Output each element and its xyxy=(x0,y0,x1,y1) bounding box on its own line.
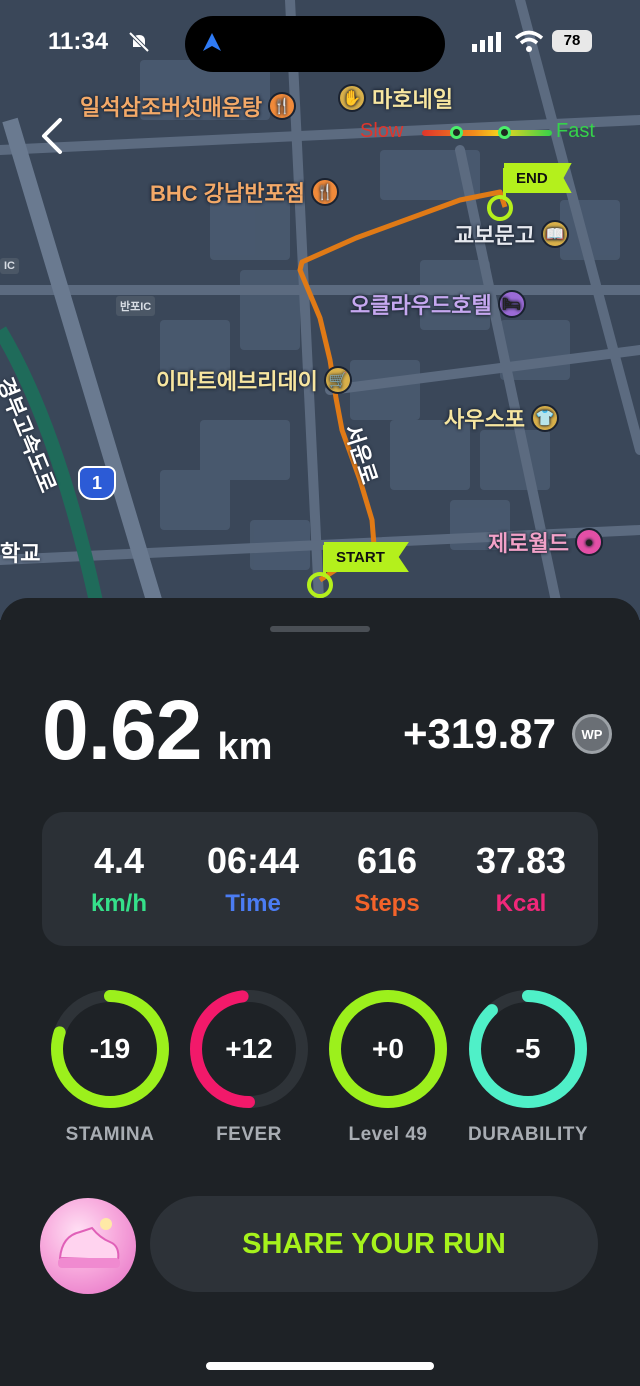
stat-label: Kcal xyxy=(495,890,547,917)
stat-label: Time xyxy=(225,890,281,917)
route-map[interactable]: START END 일석삼조버섯매운탕 🍴 ✋ 마호네일 BHC 강남반포점 🍴… xyxy=(0,0,640,620)
poi-label: 교보문고 xyxy=(454,223,535,248)
ring-value: +0 xyxy=(372,1033,404,1064)
poi-zero-world[interactable]: 제로월드 ● xyxy=(488,526,603,558)
ring-value: +12 xyxy=(225,1033,273,1064)
poi-emart-everyday[interactable]: 이마트에브리데이 🛒 xyxy=(156,364,352,396)
stat-value: 06:44 xyxy=(206,840,300,881)
stat-speed: 4.4 km/h xyxy=(54,840,184,918)
distance-value: 0.62 xyxy=(42,683,202,777)
pink-dot-icon: ● xyxy=(574,528,603,556)
ring-fever: +12 FEVER xyxy=(179,988,319,1146)
poi-label: BHC 강남반포점 xyxy=(150,181,305,206)
ring-value: -5 xyxy=(515,1033,541,1064)
restaurant-icon: 🍴 xyxy=(268,92,297,120)
ring-label: DURABILITY xyxy=(467,1124,589,1145)
ring-durability: -5 DURABILITY xyxy=(458,988,598,1146)
sneaker-avatar[interactable] xyxy=(40,1198,136,1294)
poi-label: 이마트에브리데이 xyxy=(156,369,318,394)
ring-label: FEVER xyxy=(216,1124,282,1145)
dynamic-island xyxy=(185,16,445,72)
share-run-button[interactable]: SHARE YOUR RUN xyxy=(150,1196,598,1292)
poi-kyobo-bookstore[interactable]: 교보문고 📖 xyxy=(454,218,569,250)
ring-stamina: -19 STAMINA xyxy=(40,988,180,1146)
battery-indicator: 78 xyxy=(552,30,592,52)
stat-value: 616 xyxy=(356,840,418,881)
speed-marker xyxy=(450,126,463,139)
stat-value: 4.4 xyxy=(93,840,145,881)
distance-display: 0.62 km xyxy=(42,682,272,779)
route-1-shield: 1 xyxy=(78,466,116,500)
speed-gradient-bar xyxy=(422,130,552,136)
shirt-icon: 👕 xyxy=(530,404,559,432)
location-arrow-icon xyxy=(203,33,221,51)
cellular-signal-icon xyxy=(472,32,501,52)
attribute-rings: -19 STAMINA +12 FEVER +0 Level 49 -5 DUR… xyxy=(40,988,620,1168)
stats-card: 4.4 km/h 06:44 Time 616 Steps 37.83 Kcal xyxy=(42,812,598,946)
nail-salon-icon: ✋ xyxy=(338,84,366,112)
poi-ocloud-hotel[interactable]: 오클라우드호텔 🛏 xyxy=(350,288,526,320)
book-icon: 📖 xyxy=(540,220,569,248)
school-label: 학교 xyxy=(0,541,41,566)
ring-label: Level 49 xyxy=(348,1124,428,1145)
wp-value: +319.87 xyxy=(403,710,556,757)
home-indicator[interactable] xyxy=(206,1362,434,1370)
status-time: 11:34 xyxy=(48,28,109,55)
stat-steps: 616 Steps xyxy=(322,840,452,918)
bell-off-icon xyxy=(128,31,150,53)
run-summary-sheet: 0.62 km +319.87 WP 4.4 km/h 06:44 Time 6… xyxy=(0,598,640,1386)
poi-bhc-chicken[interactable]: BHC 강남반포점 🍴 xyxy=(150,176,339,208)
speed-fast-label: Fast xyxy=(556,120,595,142)
speed-legend: Slow Fast xyxy=(360,118,600,148)
hotel-icon: 🛏 xyxy=(497,290,526,318)
wifi-icon xyxy=(514,30,544,52)
poi-label: 마호네일 xyxy=(372,87,453,112)
poi-southpaw[interactable]: 사우스포 👕 xyxy=(444,402,559,434)
end-flag: END xyxy=(504,163,572,193)
wp-earned: +319.87 WP xyxy=(403,710,612,758)
stat-kcal: 37.83 Kcal xyxy=(456,840,586,918)
ring-value: -19 xyxy=(89,1033,131,1064)
sneaker-icon xyxy=(58,1218,120,1268)
poi-label: 제로월드 xyxy=(488,531,569,556)
start-flag: START xyxy=(324,542,409,572)
back-chevron-icon[interactable] xyxy=(38,116,66,156)
ic-label-left: IC xyxy=(0,258,19,274)
start-marker xyxy=(307,572,333,598)
sheet-drag-handle[interactable] xyxy=(270,626,370,632)
ring-label: STAMINA xyxy=(65,1124,155,1145)
banpo-ic-label: 반포IC xyxy=(116,296,156,316)
stat-label: km/h xyxy=(90,890,147,917)
poi-label: 사우스포 xyxy=(444,407,525,432)
stat-time: 06:44 Time xyxy=(188,840,318,918)
poi-label: 일석삼조버섯매운탕 xyxy=(80,95,263,120)
shopping-cart-icon: 🛒 xyxy=(323,366,352,394)
poi-nail-salon[interactable]: ✋ 마호네일 xyxy=(338,82,453,114)
wp-coin-icon: WP xyxy=(572,714,612,754)
speed-slow-label: Slow xyxy=(360,120,404,142)
stat-label: Steps xyxy=(354,890,420,917)
poi-label: 오클라우드호텔 xyxy=(350,293,492,318)
restaurant-icon: 🍴 xyxy=(310,178,339,206)
speed-marker xyxy=(498,126,511,139)
poi-mushroom-restaurant[interactable]: 일석삼조버섯매운탕 🍴 xyxy=(80,90,297,122)
distance-unit: km xyxy=(217,726,273,768)
stat-value: 37.83 xyxy=(475,840,567,881)
ring-level: +0 Level 49 xyxy=(318,988,458,1146)
